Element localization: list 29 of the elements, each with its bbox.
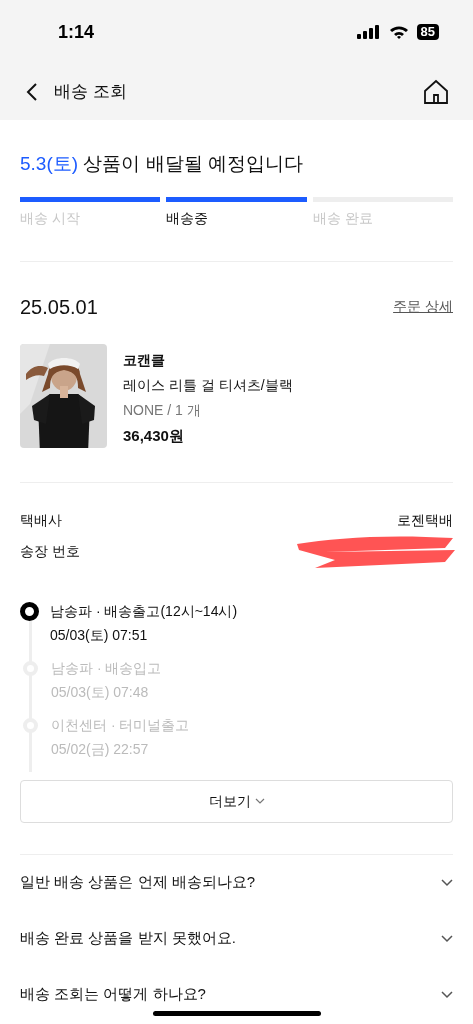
event-time: 05/03(토) 07:48 <box>51 682 150 702</box>
battery-level: 85 <box>416 24 439 40</box>
event-title: 남송파 · 배송출고(12시~14시) <box>50 601 238 621</box>
event-title: 이천센터 · 터미널출고 <box>51 715 190 735</box>
chevron-down-icon <box>254 798 265 804</box>
back-icon[interactable] <box>26 82 38 102</box>
info-label: 송장 번호 <box>20 541 80 561</box>
event-title: 남송파 · 배송입고 <box>51 658 162 678</box>
product-price: 36,430원 <box>123 425 185 446</box>
faq-item[interactable]: 배송 조회는 어떻게 하나요? <box>20 966 453 1023</box>
product-option: NONE / 1 개 <box>123 399 293 421</box>
event-time: 05/03(토) 07:51 <box>50 625 149 645</box>
product-name: 레이스 리틀 걸 티셔츠/블랙 <box>123 375 293 395</box>
product-brand: 코캔클 <box>123 350 166 370</box>
status-time: 1:14 <box>58 20 95 44</box>
order-date: 25.05.01 <box>20 294 98 320</box>
faq-item[interactable]: 배송 완료 상품을 받지 못했어요. <box>20 910 453 967</box>
faq-item[interactable]: 일반 배송 상품은 언제 배송되나요? <box>20 854 453 911</box>
wifi-icon <box>388 25 409 39</box>
home-icon[interactable] <box>423 79 449 105</box>
info-value: 로젠택배 <box>397 510 453 530</box>
order-detail-link[interactable]: 주문 상세 <box>393 296 453 317</box>
more-button[interactable]: 더보기 <box>20 779 453 823</box>
info-label: 택배사 <box>20 510 62 530</box>
signal-icon <box>356 25 381 39</box>
delivery-estimate: 5.3(토) 상품이 배달될 예정입니다 <box>20 152 304 176</box>
event-time: 05/02(금) 22:57 <box>51 739 150 759</box>
page-title: 배송 조회 <box>54 81 127 104</box>
step-label: 배송중 <box>166 208 210 228</box>
